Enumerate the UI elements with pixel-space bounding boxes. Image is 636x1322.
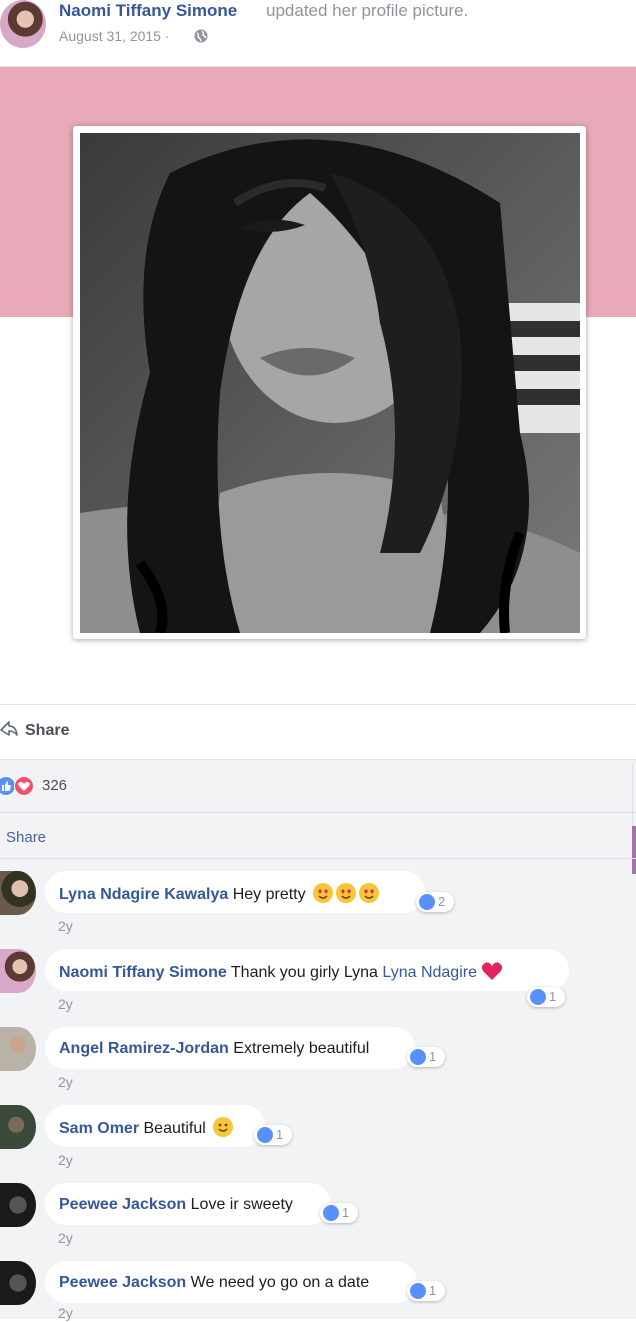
comment-timestamp[interactable]: 2y [58,1229,73,1247]
comment-like-badge[interactable]: 2 [416,892,454,912]
comment-like-badge[interactable]: 1 [407,1047,445,1067]
share-button[interactable]: Share [25,721,69,741]
commenter-name[interactable]: Lyna Ndagire Kawalya [59,886,228,903]
comment-text: Peewee Jackson Love ir sweety [59,1195,293,1215]
commenter-avatar[interactable] [0,1261,36,1305]
commenter-name[interactable]: Angel Ramirez-Jordan [59,1040,229,1057]
comment-like-count: 1 [276,1127,284,1142]
comment-like-badge[interactable]: 1 [254,1125,292,1145]
author-name[interactable]: Naomi Tiffany Simone [59,0,237,22]
like-icon [410,1283,426,1299]
post-date[interactable]: August 31, 2015 · [59,27,170,45]
comment-body: Hey pretty [232,886,306,903]
post-actions-bar [0,704,636,760]
heart-eyes-icon [359,883,380,903]
comment-body: We need yo go on a date [190,1274,370,1291]
profile-photo-image [80,133,580,633]
comments-divider [0,858,636,859]
comment-body: Thank you girly Lyna [230,964,378,981]
heart-eyes-icon [336,883,357,903]
right-edge-ad-sliver [632,826,636,874]
like-icon [419,894,435,910]
love-icon [14,776,34,796]
profile-picture[interactable] [80,133,580,633]
comment-timestamp[interactable]: 2y [58,1073,73,1091]
like-icon [257,1127,273,1143]
post-action-text: updated her profile picture. [266,1,469,20]
globe-icon [194,29,208,43]
comment-timestamp[interactable]: 2y [58,917,73,935]
comment-like-badge[interactable]: 1 [320,1203,358,1223]
comment-timestamp[interactable]: 2y [58,995,73,1013]
comment-like-count: 1 [342,1205,350,1220]
commenter-name[interactable]: Peewee Jackson [59,1196,186,1213]
reactions-divider [0,812,636,813]
comment-text: Peewee Jackson We need yo go on a date [59,1273,369,1293]
comment-text: Lyna Ndagire Kawalya Hey pretty [59,883,380,905]
commenter-avatar[interactable] [0,1027,36,1071]
comment-body: Extremely beautiful [233,1040,370,1057]
comment-like-badge[interactable]: 1 [407,1281,445,1301]
comment-like-count: 1 [429,1049,437,1064]
profile-picture-frame[interactable] [73,126,586,639]
like-icon [323,1205,339,1221]
commenter-avatar[interactable] [0,1105,36,1149]
comment-like-count: 1 [429,1283,437,1298]
post-header: Naomi Tiffany Simone updated her profile… [0,0,636,66]
comment-text: Angel Ramirez-Jordan Extremely beautiful [59,1039,369,1059]
commenter-avatar[interactable] [0,949,36,993]
red-heart-icon [481,961,503,987]
heart-eyes-icon [313,883,334,903]
comment-like-badge[interactable]: 1 [527,987,565,1007]
comment-text: Sam Omer Beautiful [59,1117,234,1139]
reaction-count[interactable]: 326 [42,777,67,795]
comment-like-count: 1 [549,989,557,1004]
comment-like-count: 2 [438,894,446,909]
like-icon [530,989,546,1005]
author-avatar[interactable] [0,0,46,48]
comment-timestamp[interactable]: 2y [58,1151,73,1169]
commenter-avatar[interactable] [0,871,36,915]
share-icon[interactable] [0,719,18,741]
comment-timestamp[interactable]: 2y [58,1304,73,1322]
comment-body: Beautiful [143,1120,206,1137]
smile-icon [213,1117,234,1137]
comment-text: Naomi Tiffany Simone Thank you girly Lyn… [59,961,503,987]
like-icon [410,1049,426,1065]
commenter-avatar[interactable] [0,1183,36,1227]
comment-body: Love ir sweety [190,1196,293,1213]
commenter-name[interactable]: Naomi Tiffany Simone [59,964,227,981]
commenter-name[interactable]: Sam Omer [59,1120,139,1137]
secondary-share-link[interactable]: Share [6,829,46,847]
commenter-name[interactable]: Peewee Jackson [59,1274,186,1291]
mention-link[interactable]: Lyna Ndagire [382,964,477,981]
